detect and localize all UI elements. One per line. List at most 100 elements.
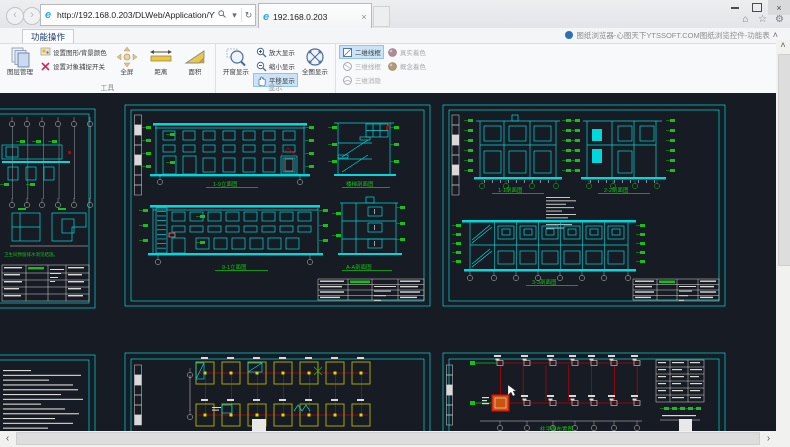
ribbon-tab-function[interactable]: 功能操作 <box>22 29 74 44</box>
group-label-tools: 工具 <box>0 83 215 93</box>
revision-strip-c <box>135 365 142 425</box>
section-1-1: 1-1剖面图 <box>464 115 571 194</box>
zoom-out-label: 缩小显示 <box>269 61 295 71</box>
ie-icon: e <box>41 9 55 21</box>
elevation-2-title: 9-1立面图 <box>222 263 247 271</box>
sheet-a: 1-9立面图 楼梯剖面图 <box>125 105 430 306</box>
close-button[interactable]: × <box>768 0 790 15</box>
address-bar[interactable]: e http://192.168.0.203/DLWeb/Application… <box>40 4 256 26</box>
group-label-display: 显示 <box>216 83 335 93</box>
search-icon[interactable] <box>215 10 228 20</box>
cursor-arrow <box>508 385 516 396</box>
elevation-1-title: 1-9立面图 <box>213 180 238 188</box>
title-block-l1 <box>2 265 89 301</box>
zoom-out-icon <box>256 61 267 72</box>
revision-strip-a <box>135 115 142 195</box>
set-osnap-button[interactable]: 设置对象捕捉开关 <box>37 59 110 73</box>
hidden-3d-icon <box>342 75 353 86</box>
tab-close-icon[interactable]: × <box>357 12 371 22</box>
sheet-left-partial-top: 卫生间预留排水洞见结施。 <box>0 109 95 308</box>
section-small-title: A-A剖面图 <box>346 263 372 271</box>
zoom-all-button[interactable]: 全图显示 <box>298 45 332 76</box>
window-zoom-label: 开窗显示 <box>223 69 249 76</box>
stair-section-a: 楼梯剖面图 <box>328 123 399 188</box>
set-osnap-label: 设置对象捕捉开关 <box>53 61 105 71</box>
refresh-icon[interactable]: ↻ <box>242 10 255 21</box>
revision-strip-d <box>447 365 453 425</box>
measure-area-button[interactable]: 面积 <box>178 45 212 76</box>
zoom-in-icon <box>256 47 267 58</box>
horizontal-scroll-thumb[interactable] <box>16 432 760 445</box>
ribbon-group-tools: 图层管理 设置图形/背景颜色 设置对象捕捉开关 <box>0 44 216 93</box>
browser-toolbar-icons: ⌂ ☆ ⚙ <box>739 14 786 25</box>
home-icon[interactable]: ⌂ <box>739 14 752 25</box>
snap-toggle-x-icon <box>40 61 51 72</box>
scrollbar-corner <box>776 431 790 447</box>
elevation-1-9: 1-9立面图 <box>142 123 314 188</box>
sheet-l1-note: 卫生间预留排水洞见结施。 <box>4 251 58 258</box>
back-button[interactable]: ‹ <box>6 7 24 25</box>
fullscreen-label: 全屏 <box>120 69 133 76</box>
styles-col-2: 真实着色 概念着色 <box>384 45 429 73</box>
layer-manage-button[interactable]: 图层管理 <box>3 45 37 76</box>
wireframe-2d-icon <box>342 47 353 58</box>
window-controls: × <box>724 0 790 15</box>
window-zoom-button[interactable]: 开窗显示 <box>219 45 253 76</box>
favorites-star-icon[interactable]: ☆ <box>756 14 769 25</box>
layers-icon <box>9 46 31 68</box>
zoom-all-label: 全图显示 <box>302 69 328 76</box>
revision-strip-b <box>452 115 459 195</box>
zoom-in-button[interactable]: 放大显示 <box>253 45 298 59</box>
distance-ruler-icon <box>149 46 173 68</box>
tab-favicon: e <box>259 11 273 23</box>
wireframe-2d-button[interactable]: 二维线框 <box>339 45 384 59</box>
maximize-button[interactable] <box>746 0 768 15</box>
measure-distance-button[interactable]: 距离 <box>144 45 178 76</box>
realistic-style-label: 真实着色 <box>400 47 426 57</box>
plugin-icon <box>565 31 573 39</box>
wireframe-3d-button[interactable]: 三维线框 <box>339 59 384 73</box>
set-color-button[interactable]: 设置图形/背景颜色 <box>37 45 110 59</box>
tools-stack: 设置图形/背景颜色 设置对象捕捉开关 <box>37 45 110 73</box>
scroll-left-icon[interactable]: ‹ <box>0 433 15 444</box>
column-schedule-table <box>656 360 704 420</box>
autocomplete-caret-icon[interactable]: ▾ <box>228 10 241 21</box>
hidden-3d-button[interactable]: 三维消隐 <box>339 73 384 87</box>
plugin-info-bar: 图纸浏览器-心图天下YTSSOFT.COM图纸浏览控件-功能表 ˄ <box>565 29 778 41</box>
sheet-left-partial-bottom <box>0 355 95 431</box>
minimize-button[interactable] <box>724 0 746 15</box>
sheet-d: 柱平面布置图 <box>443 353 725 431</box>
sheet-c <box>125 353 430 431</box>
scroll-up-icon[interactable]: ˄ <box>776 40 790 50</box>
window-zoom-magnifier-icon <box>225 46 247 68</box>
title-block-a <box>318 279 424 301</box>
settings-gear-icon[interactable]: ⚙ <box>773 14 786 25</box>
section-small-a: A-A剖面图 <box>332 197 405 271</box>
ribbon-body: 图层管理 设置图形/背景颜色 设置对象捕捉开关 <box>0 43 790 93</box>
collapse-ribbon-icon[interactable]: ˄ <box>773 30 778 40</box>
selected-column[interactable] <box>482 385 516 411</box>
zoom-in-label: 放大显示 <box>269 47 295 57</box>
url-text[interactable]: http://192.168.0.203/DLWeb/Application/Y… <box>55 10 215 20</box>
forward-button[interactable]: › <box>23 7 41 25</box>
notes-block-b <box>546 197 576 229</box>
plugin-info-text[interactable]: 图纸浏览器-心图天下YTSSOFT.COM图纸浏览控件-功能表 <box>576 30 769 41</box>
title-block-b <box>633 279 719 301</box>
area-label: 面积 <box>188 69 201 76</box>
fullscreen-button[interactable]: 全屏 <box>110 45 144 76</box>
realistic-style-button[interactable]: 真实着色 <box>384 45 429 59</box>
section-3-3-title: 3-3剖面图 <box>532 278 557 286</box>
distance-label: 距离 <box>154 69 167 76</box>
horizontal-scrollbar[interactable]: ‹ › <box>0 431 776 446</box>
scroll-right-icon[interactable]: › <box>761 433 776 444</box>
conceptual-style-button[interactable]: 概念着色 <box>384 59 429 73</box>
layer-manage-label: 图层管理 <box>7 69 33 76</box>
vertical-scroll-thumb[interactable] <box>778 54 790 266</box>
zoom-out-button[interactable]: 缩小显示 <box>253 59 298 73</box>
browser-tab[interactable]: e 192.168.0.203 × <box>258 3 372 29</box>
new-tab-button[interactable] <box>373 6 390 27</box>
vertical-scrollbar[interactable]: ˄ ˅ <box>776 40 790 447</box>
wireframe-3d-label: 三维线框 <box>355 61 381 71</box>
tab-title: 192.168.0.203 <box>273 12 357 22</box>
drawing-canvas[interactable]: 卫生间预留排水洞见结施。 <box>0 93 776 431</box>
